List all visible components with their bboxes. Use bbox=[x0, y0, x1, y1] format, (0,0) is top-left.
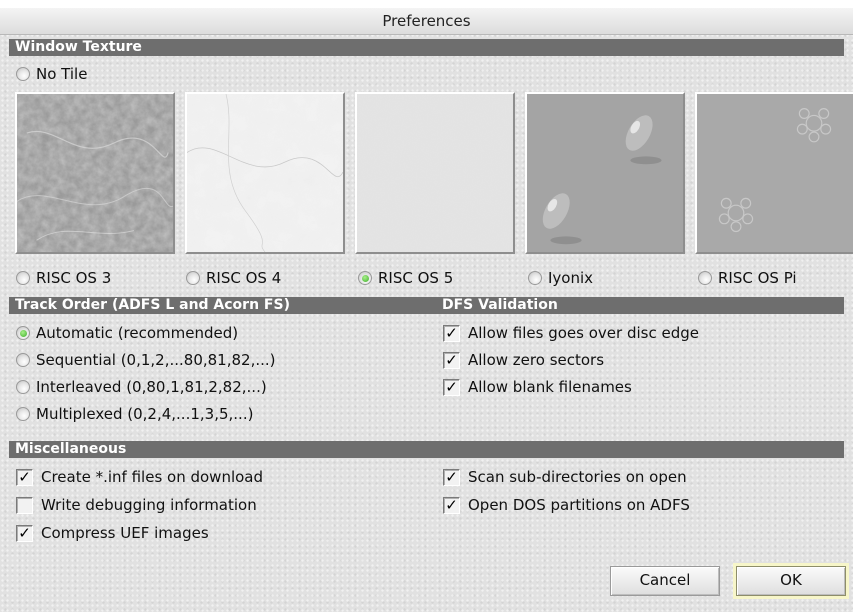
checkbox-open-dos-partitions[interactable]: ✓ Open DOS partitions on ADFS bbox=[443, 493, 690, 517]
radio-label: RISC OS 4 bbox=[206, 269, 282, 287]
checkbox-create-inf-files[interactable]: ✓ Create *.inf files on download bbox=[16, 465, 263, 489]
checkbox-allow-over-disc-edge[interactable]: ✓ Allow files goes over disc edge bbox=[443, 321, 699, 345]
preferences-window: Preferences Window Texture No Tile RISC … bbox=[0, 8, 853, 612]
radio-indicator bbox=[16, 380, 30, 394]
checkbox-allow-blank-filenames[interactable]: ✓ Allow blank filenames bbox=[443, 375, 632, 399]
radio-risc-os-3[interactable]: RISC OS 3 bbox=[16, 266, 111, 290]
section-window-texture: Window Texture bbox=[9, 39, 844, 56]
checkbox-label: Compress UEF images bbox=[41, 524, 209, 542]
radio-indicator-selected bbox=[16, 326, 30, 340]
radio-label: Sequential (0,1,2,...80,81,82,...) bbox=[36, 351, 276, 369]
checkbox-compress-uef[interactable]: ✓ Compress UEF images bbox=[16, 521, 209, 545]
radio-indicator bbox=[16, 353, 30, 367]
radio-label: RISC OS 5 bbox=[378, 269, 454, 287]
checkbox-label: Scan sub-directories on open bbox=[468, 468, 687, 486]
radio-indicator bbox=[698, 271, 712, 285]
radio-indicator bbox=[528, 271, 542, 285]
checkbox-label: Write debugging information bbox=[41, 496, 257, 514]
radio-track-multiplexed[interactable]: Multiplexed (0,2,4,...1,3,5,...) bbox=[16, 402, 253, 426]
checkbox-allow-zero-sectors[interactable]: ✓ Allow zero sectors bbox=[443, 348, 604, 372]
checkmark-icon: ✓ bbox=[443, 351, 460, 369]
checkbox-label: Open DOS partitions on ADFS bbox=[468, 496, 690, 514]
texture-tile-risc-os-pi[interactable] bbox=[695, 92, 853, 254]
radio-indicator bbox=[16, 271, 30, 285]
radio-risc-os-5[interactable]: RISC OS 5 bbox=[358, 266, 453, 290]
texture-tile-risc-os-3[interactable] bbox=[15, 92, 175, 254]
checkbox-write-debugging[interactable]: Write debugging information bbox=[16, 493, 257, 517]
section-miscellaneous: Miscellaneous bbox=[9, 441, 844, 458]
checkmark-icon: ✓ bbox=[443, 468, 460, 486]
section-track-order: Track Order (ADFS L and Acorn FS) bbox=[9, 297, 436, 314]
checkbox-label: Allow zero sectors bbox=[468, 351, 605, 369]
checkbox-label: Allow blank filenames bbox=[468, 378, 632, 396]
checkmark-icon: ✓ bbox=[443, 378, 460, 396]
radio-label: RISC OS 3 bbox=[36, 269, 112, 287]
checkmark-icon: ✓ bbox=[16, 524, 33, 542]
checkmark-icon: ✓ bbox=[443, 324, 460, 342]
radio-label: Automatic (recommended) bbox=[36, 324, 239, 342]
radio-label: Multiplexed (0,2,4,...1,3,5,...) bbox=[36, 405, 254, 423]
radio-track-sequential[interactable]: Sequential (0,1,2,...80,81,82,...) bbox=[16, 348, 276, 372]
radio-track-interleaved[interactable]: Interleaved (0,80,1,81,2,82,...) bbox=[16, 375, 267, 399]
radio-risc-os-pi[interactable]: RISC OS Pi bbox=[698, 266, 797, 290]
cancel-button[interactable]: Cancel bbox=[610, 566, 720, 596]
radio-indicator bbox=[16, 407, 30, 421]
checkbox-label: Allow files goes over disc edge bbox=[468, 324, 699, 342]
radio-indicator bbox=[16, 67, 30, 81]
section-dfs-validation: DFS Validation bbox=[436, 297, 844, 314]
radio-risc-os-4[interactable]: RISC OS 4 bbox=[186, 266, 281, 290]
texture-tile-risc-os-5[interactable] bbox=[355, 92, 515, 254]
window-title: Preferences bbox=[0, 8, 853, 35]
texture-tile-iyonix[interactable] bbox=[525, 92, 685, 254]
radio-label: RISC OS Pi bbox=[718, 269, 797, 287]
radio-track-automatic[interactable]: Automatic (recommended) bbox=[16, 321, 238, 345]
radio-label: Iyonix bbox=[548, 269, 594, 287]
checkbox-label: Create *.inf files on download bbox=[41, 468, 264, 486]
radio-indicator bbox=[186, 271, 200, 285]
radio-label: Interleaved (0,80,1,81,2,82,...) bbox=[36, 378, 267, 396]
radio-iyonix[interactable]: Iyonix bbox=[528, 266, 593, 290]
radio-label: No Tile bbox=[36, 65, 88, 83]
checkmark-icon: ✓ bbox=[16, 468, 33, 486]
texture-tile-risc-os-4[interactable] bbox=[185, 92, 345, 254]
checkmark-icon: ✓ bbox=[443, 496, 460, 514]
checkbox-empty bbox=[16, 496, 33, 514]
radio-indicator-selected bbox=[358, 271, 372, 285]
checkbox-scan-subdirectories[interactable]: ✓ Scan sub-directories on open bbox=[443, 465, 687, 489]
ok-button[interactable]: OK bbox=[733, 563, 849, 599]
radio-no-tile[interactable]: No Tile bbox=[16, 62, 87, 86]
